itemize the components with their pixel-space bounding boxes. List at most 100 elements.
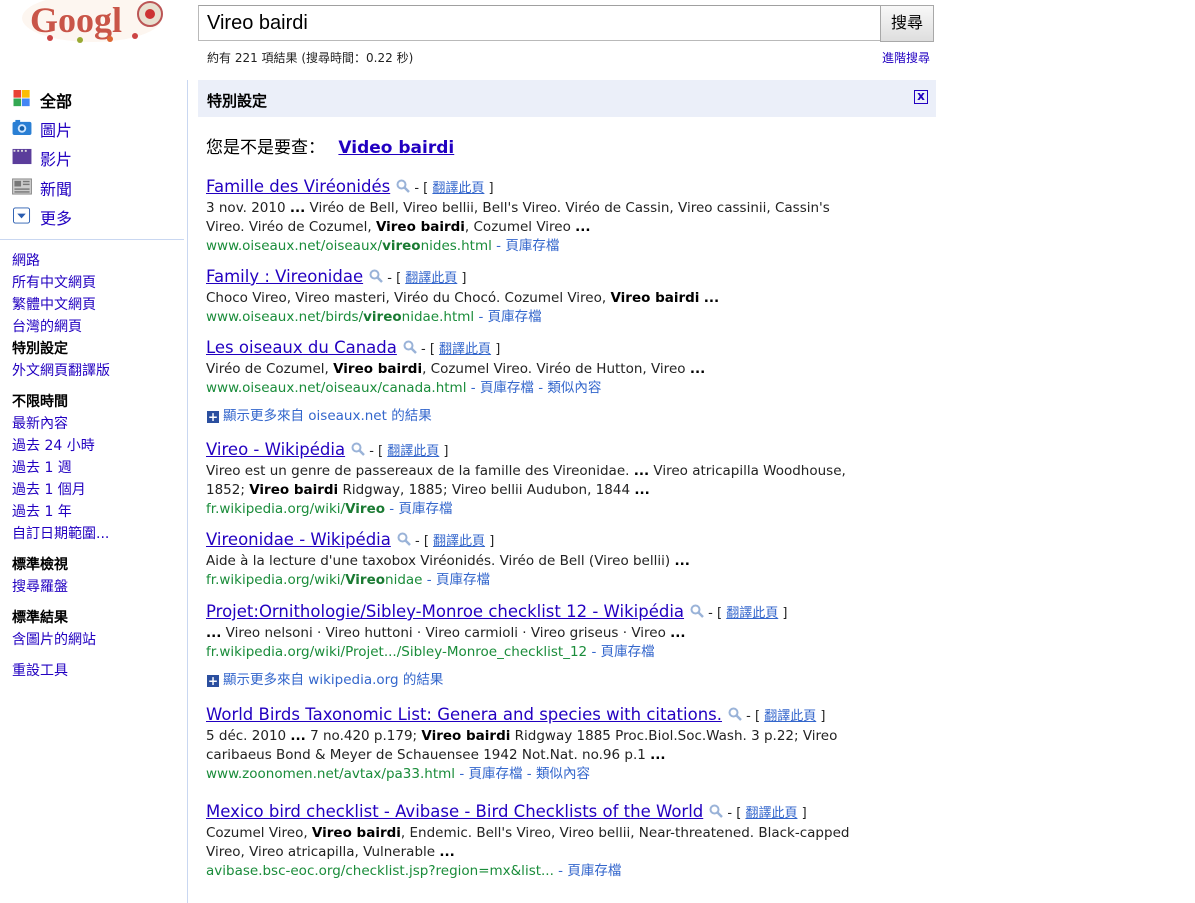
nav-time-week[interactable]: 過去 1 週 — [12, 457, 72, 477]
nav-reset-tools[interactable]: 重設工具 — [12, 660, 68, 680]
result-snippet: Choco Vireo, Vireo masteri, Viréo du Cho… — [206, 290, 720, 306]
magnifier-icon[interactable] — [690, 603, 704, 618]
nav-time-month[interactable]: 過去 1 個月 — [12, 479, 86, 499]
more-results-from-site-link[interactable]: + 顯示更多來自 oiseaux.net 的結果 — [207, 404, 432, 424]
result-title-link[interactable]: Vireo - Wikipédia — [206, 440, 345, 459]
nav-time-latest[interactable]: 最新內容 — [12, 413, 68, 433]
translate-page-link[interactable]: 翻譯此頁 — [432, 181, 484, 196]
did-you-mean: 您是不是要查： Video bairdi — [206, 133, 454, 158]
nav-standard-results: 標準結果 — [12, 610, 68, 626]
cached-link[interactable]: 頁庫存檔 — [469, 766, 523, 782]
separator: - — [466, 380, 480, 396]
magnifier-icon[interactable] — [728, 706, 742, 721]
separator: ] — [484, 181, 494, 196]
result-snippet: 3 nov. 2010 ... Viréo de Bell, Vireo bel… — [206, 200, 830, 235]
more-results-label: 顯示更多來自 oiseaux.net 的結果 — [223, 408, 432, 424]
did-you-mean-suggestion[interactable]: Video bairdi — [338, 138, 454, 158]
result-url-row: www.zoonomen.net/avtax/pa33.html - 頁庫存檔 … — [206, 765, 866, 784]
advanced-search-link[interactable]: 進階搜尋 — [882, 49, 930, 66]
magnifier-icon[interactable] — [369, 268, 383, 283]
settings-bar-title: 特別設定 — [207, 92, 268, 110]
result-title-link[interactable]: Famille des Viréonidés — [206, 177, 390, 196]
separator: - — [533, 380, 548, 396]
cached-link[interactable]: 頁庫存檔 — [480, 380, 534, 396]
translate-page-link[interactable]: 翻譯此頁 — [439, 342, 491, 357]
result-title-link[interactable]: Mexico bird checklist - Avibase - Bird C… — [206, 802, 703, 821]
nav-time-year[interactable]: 過去 1 年 — [12, 501, 72, 521]
magnifier-icon[interactable] — [403, 339, 417, 354]
search-result: Vireo - Wikipédia - [ 翻譯此頁 ] Vireo est un… — [206, 440, 866, 519]
result-title-link[interactable]: Les oiseaux du Canada — [206, 338, 397, 357]
translate-page-link[interactable]: 翻譯此頁 — [405, 271, 457, 286]
result-title-link[interactable]: Vireonidae - Wikipédia — [206, 530, 391, 549]
nav-images-label: 圖片 — [40, 121, 73, 140]
cached-link[interactable]: 頁庫存檔 — [505, 238, 559, 254]
translate-page-link[interactable]: 翻譯此頁 — [745, 806, 797, 821]
nav-more-label: 更多 — [40, 209, 73, 228]
cached-link[interactable]: 頁庫存檔 — [436, 572, 490, 588]
nav-news-label: 新聞 — [40, 180, 73, 199]
separator: ] — [439, 444, 449, 459]
result-title-row: Famille des Viréonidés - [ 翻譯此頁 ] — [206, 177, 866, 199]
plus-icon: + — [207, 674, 219, 688]
nav-videos-label: 影片 — [40, 150, 73, 169]
result-url: www.oiseaux.net/birds/vireonidae.html — [206, 309, 475, 325]
vertical-divider — [187, 80, 188, 903]
nav-translated-pages[interactable]: 外文網頁翻譯版 — [12, 360, 110, 380]
result-url-row: fr.wikipedia.org/wiki/Projet.../Sibley-M… — [206, 643, 866, 662]
more-results-from-site-link[interactable]: + 顯示更多來自 wikipedia.org 的結果 — [207, 668, 443, 688]
result-url-row: fr.wikipedia.org/wiki/Vireonidae - 頁庫存檔 — [206, 571, 866, 590]
search-input[interactable]: Vireo bairdi — [198, 5, 881, 41]
result-url: www.zoonomen.net/avtax/pa33.html — [206, 766, 456, 782]
magnifier-icon[interactable] — [351, 441, 365, 456]
separator: - [ — [723, 806, 746, 821]
nav-special-settings: 特別設定 — [12, 341, 68, 357]
result-title-link[interactable]: Family : Vireonidae — [206, 267, 363, 286]
search-result: Les oiseaux du Canada - [ 翻譯此頁 ] Viréo de… — [206, 338, 866, 398]
nav-web[interactable]: 網路 — [12, 250, 40, 270]
translate-page-link[interactable]: 翻譯此頁 — [726, 606, 778, 621]
search-button[interactable]: 搜尋 — [880, 5, 934, 42]
separator: - [ — [365, 444, 388, 459]
cached-link[interactable]: 頁庫存檔 — [567, 863, 621, 879]
special-settings-bar: 特別設定 x — [198, 80, 936, 117]
translate-page-link[interactable]: 翻譯此頁 — [387, 444, 439, 459]
separator: ] — [816, 709, 826, 724]
separator: - — [455, 766, 469, 782]
cached-link[interactable]: 頁庫存檔 — [601, 644, 655, 660]
result-snippet: Vireo est un genre de passereaux de la f… — [206, 463, 846, 498]
close-icon[interactable]: x — [914, 90, 928, 104]
separator: - — [474, 309, 488, 325]
translate-page-link[interactable]: 翻譯此頁 — [764, 709, 816, 724]
separator: ] — [491, 342, 501, 357]
nav-all-chinese[interactable]: 所有中文網頁 — [12, 272, 96, 292]
translate-page-link[interactable]: 翻譯此頁 — [433, 534, 485, 549]
similar-pages-link[interactable]: 類似內容 — [536, 766, 590, 782]
newspaper-icon — [12, 178, 32, 195]
search-result: Family : Vireonidae - [ 翻譯此頁 ] Choco Vire… — [206, 267, 866, 327]
separator: - [ — [742, 709, 765, 724]
nav-time-custom[interactable]: 自訂日期範圍... — [12, 523, 109, 543]
result-title-link[interactable]: World Birds Taxonomic List: Genera and s… — [206, 705, 722, 724]
similar-pages-link[interactable]: 類似內容 — [547, 380, 601, 396]
separator: - — [587, 644, 601, 660]
nav-time-24h[interactable]: 過去 24 小時 — [12, 435, 95, 455]
google-doodle-logo[interactable]: Googl — [20, 0, 165, 44]
magnifier-icon[interactable] — [709, 803, 724, 818]
result-stats: 約有 221 項結果 (搜尋時間：0.22 秒) — [207, 51, 414, 65]
nav-taiwan-pages[interactable]: 台灣的網頁 — [12, 316, 82, 336]
search-result: Famille des Viréonidés - [ 翻譯此頁 ] 3 nov. … — [206, 177, 866, 256]
result-url: fr.wikipedia.org/wiki/Vireo — [206, 501, 386, 517]
result-url-row: www.oiseaux.net/oiseaux/canada.html - 頁庫… — [206, 379, 866, 398]
did-you-mean-prefix: 您是不是要查： — [206, 138, 325, 158]
separator: - [ — [704, 606, 727, 621]
cached-link[interactable]: 頁庫存檔 — [398, 501, 452, 517]
nav-traditional-chinese[interactable]: 繁體中文網頁 — [12, 294, 96, 314]
magnifier-icon[interactable] — [396, 178, 411, 193]
separator: - [ — [410, 181, 433, 196]
cached-link[interactable]: 頁庫存檔 — [488, 309, 542, 325]
magnifier-icon[interactable] — [397, 531, 411, 546]
nav-sites-with-images[interactable]: 含圖片的網站 — [12, 629, 96, 649]
nav-wonder-wheel[interactable]: 搜尋羅盤 — [12, 576, 68, 596]
result-title-link[interactable]: Projet:Ornithologie/Sibley-Monroe checkl… — [206, 602, 684, 621]
